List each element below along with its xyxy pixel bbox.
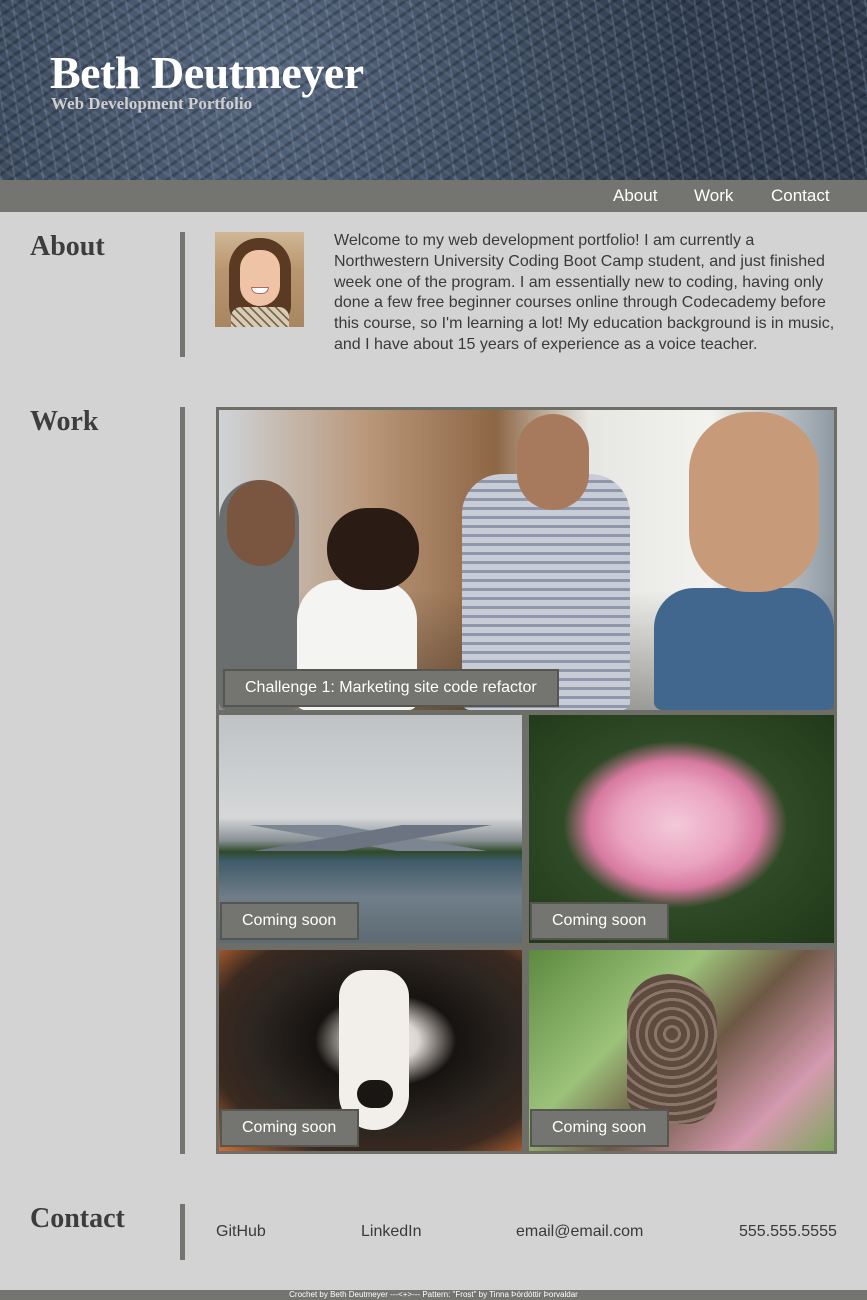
project-caption[interactable]: Coming soon — [530, 1109, 669, 1147]
github-link[interactable]: GitHub — [216, 1222, 266, 1242]
about-text: Welcome to my web development portfolio!… — [334, 232, 835, 353]
site-footer: Crochet by Beth Deutmeyer ---<+>--- Patt… — [0, 1290, 867, 1300]
project-card-butterfly[interactable]: Coming soon — [529, 950, 834, 1151]
linkedin-link[interactable]: LinkedIn — [361, 1222, 422, 1242]
nav-link-work[interactable]: Work — [694, 186, 733, 206]
project-caption[interactable]: Coming soon — [220, 1109, 359, 1147]
project-caption[interactable]: Coming soon — [220, 902, 359, 940]
project-caption[interactable]: Coming soon — [530, 902, 669, 940]
project-card-flower[interactable]: Coming soon — [529, 715, 834, 943]
header-banner: Beth Deutmeyer Web Development Portfolio — [0, 0, 867, 180]
email-link[interactable]: email@email.com — [516, 1222, 643, 1242]
profile-photo — [215, 232, 304, 327]
about-divider — [180, 232, 185, 357]
project-grid: Challenge 1: Marketing site code refacto… — [216, 407, 837, 1154]
nav-link-contact[interactable]: Contact — [771, 186, 830, 206]
contact-heading: Contact — [30, 1203, 125, 1234]
phone-link[interactable]: 555.555.5555 — [739, 1222, 837, 1242]
project-card-featured[interactable]: Challenge 1: Marketing site code refacto… — [219, 410, 834, 710]
project-card-lake[interactable]: Coming soon — [219, 715, 522, 943]
nav-link-about[interactable]: About — [613, 186, 657, 206]
footer-credit: Crochet by Beth Deutmeyer ---<+>--- Patt… — [289, 1290, 578, 1299]
work-divider — [180, 407, 185, 1154]
about-heading: About — [30, 231, 105, 262]
project-caption[interactable]: Challenge 1: Marketing site code refacto… — [223, 669, 559, 707]
site-title: Beth Deutmeyer — [50, 47, 364, 98]
site-subtitle: Web Development Portfolio — [51, 94, 253, 113]
work-heading: Work — [30, 406, 99, 437]
main-nav: About Work Contact — [0, 180, 867, 212]
project-card-dog[interactable]: Coming soon — [219, 950, 522, 1151]
contact-divider — [180, 1204, 185, 1260]
